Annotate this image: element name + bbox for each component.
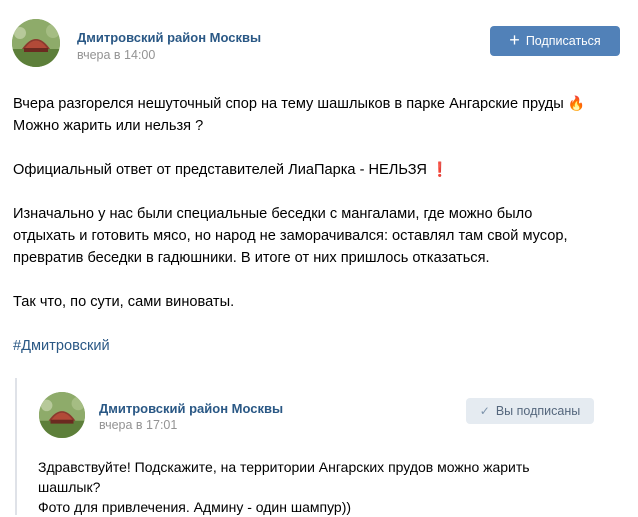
exclamation-emoji-icon: ❗	[431, 162, 449, 178]
subscribed-button[interactable]: ✓ Вы подписаны	[466, 398, 594, 424]
repost-text: Здравствуйте! Подскажите, на территории …	[38, 457, 598, 517]
post-text: Вчера разгорелся нешуточный спор на тему…	[13, 93, 623, 357]
subscribe-button[interactable]: + Подписаться	[490, 26, 620, 56]
post-text-line-1: Вчера разгорелся нешуточный спор на тему…	[13, 96, 564, 112]
post-text-line-6: превратив беседки в гадюшники. В итоге о…	[13, 250, 490, 266]
group-avatar-image	[12, 19, 60, 67]
post-time[interactable]: вчера в 14:00	[77, 48, 155, 62]
repost-time[interactable]: вчера в 17:01	[99, 418, 177, 432]
post-text-line: Официальный ответ от представителей ЛиаП…	[13, 159, 623, 181]
hashtag-link[interactable]: #Дмитровский	[13, 338, 110, 354]
group-name-link[interactable]: Дмитровский район Москвы	[77, 30, 261, 45]
check-icon: ✓	[479, 404, 490, 418]
repost-text-line-1: Здравствуйте! Подскажите, на территории …	[38, 459, 530, 475]
repost-group-avatar[interactable]	[39, 392, 85, 438]
fire-emoji-icon: 🔥	[567, 96, 586, 112]
group-avatar[interactable]	[12, 19, 60, 67]
post-text-line-3: Официальный ответ от представителей ЛиаП…	[13, 162, 427, 178]
subscribed-button-label: Вы подписаны	[495, 404, 581, 418]
repost-group-avatar-image	[39, 392, 85, 438]
post-text-line-4: Изначально у нас были специальные беседк…	[13, 206, 533, 222]
plus-icon: +	[509, 30, 520, 50]
post-text-line-5: отдыхать и готовить мясо, но народ не за…	[13, 228, 568, 244]
post-text-line-7: Так что, по сути, сами виноваты.	[13, 294, 235, 310]
repost-text-line-2: шашлык?	[38, 479, 101, 495]
post-text-line-2: Можно жарить или нельзя ?	[13, 118, 204, 134]
repost-text-line-3: Фото для привлечения. Админу - один шамп…	[38, 499, 352, 515]
subscribe-button-label: Подписаться	[525, 34, 601, 48]
repost-group-name-link[interactable]: Дмитровский район Москвы	[99, 401, 283, 416]
post-text-line: Вчера разгорелся нешуточный спор на тему…	[13, 93, 623, 115]
wall-post: Дмитровский район Москвы вчера в 14:00 +…	[0, 0, 638, 515]
